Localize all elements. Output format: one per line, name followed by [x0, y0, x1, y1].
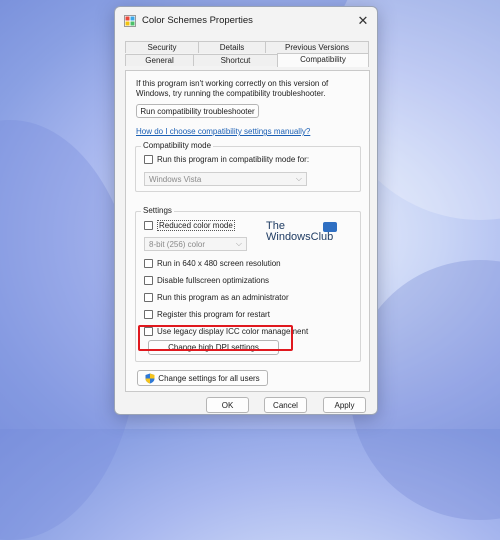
disable-fullscreen-label: Disable fullscreen optimizations: [157, 276, 270, 285]
compatibility-mode-checkbox-label: Run this program in compatibility mode f…: [157, 155, 310, 164]
chevron-down-icon: ⌵: [235, 239, 242, 248]
tab-previous-versions[interactable]: Previous Versions: [265, 41, 369, 53]
compatibility-mode-group: Compatibility mode Run this program in c…: [135, 141, 361, 192]
change-all-users-label: Change settings for all users: [158, 373, 260, 383]
register-restart-row[interactable]: Register this program for restart: [144, 310, 270, 319]
reduced-color-row[interactable]: Reduced color mode: [144, 220, 235, 231]
intro-text: If this program isn't working correctly …: [136, 79, 329, 98]
highlight-box: [138, 325, 293, 351]
tab-row-top: Security Details Previous Versions: [125, 41, 369, 53]
tab-compatibility[interactable]: Compatibility: [277, 53, 369, 67]
register-restart-checkbox[interactable]: [144, 310, 153, 319]
watermark-line2: WindowsClub: [266, 231, 334, 243]
reduced-color-checkbox[interactable]: [144, 221, 153, 230]
window-title: Color Schemes Properties: [142, 15, 253, 26]
color-depth-select[interactable]: 8-bit (256) color ⌵: [144, 237, 247, 251]
compatibility-panel: If this program isn't working correctly …: [125, 70, 370, 392]
troubleshooter-button[interactable]: Run compatibility troubleshooter: [136, 104, 259, 118]
register-restart-label: Register this program for restart: [157, 310, 270, 319]
app-icon: [124, 15, 136, 27]
tab-general[interactable]: General: [125, 54, 194, 66]
title-bar[interactable]: Color Schemes Properties ✕: [115, 7, 377, 35]
run-640-label: Run in 640 x 480 screen resolution: [157, 259, 281, 268]
run-admin-checkbox[interactable]: [144, 293, 153, 302]
run-640-checkbox[interactable]: [144, 259, 153, 268]
tab-details[interactable]: Details: [198, 41, 266, 53]
manual-settings-link[interactable]: How do I choose compatibility settings m…: [136, 127, 310, 136]
compatibility-mode-label: Compatibility mode: [141, 141, 214, 150]
run-admin-row[interactable]: Run this program as an administrator: [144, 293, 289, 302]
disable-fullscreen-checkbox[interactable]: [144, 276, 153, 285]
tab-row-bottom: General Shortcut Compatibility: [125, 53, 369, 67]
compatibility-mode-checkbox[interactable]: [144, 155, 153, 164]
tab-shortcut[interactable]: Shortcut: [193, 54, 278, 66]
windows-version-select[interactable]: Windows Vista ⌵: [144, 172, 307, 186]
tab-security[interactable]: Security: [125, 41, 199, 53]
close-button[interactable]: ✕: [353, 11, 373, 31]
change-all-users-button[interactable]: Change settings for all users: [137, 370, 268, 386]
shield-icon: [145, 373, 155, 383]
watermark: The WindowsClub: [266, 221, 337, 243]
chevron-down-icon: ⌵: [295, 174, 302, 183]
color-depth-value: 8-bit (256) color: [149, 239, 206, 249]
cancel-button[interactable]: Cancel: [264, 397, 307, 413]
settings-label: Settings: [141, 206, 174, 215]
compatibility-mode-checkbox-row[interactable]: Run this program in compatibility mode f…: [144, 155, 309, 164]
properties-dialog: Color Schemes Properties ✕ Security Deta…: [114, 6, 378, 415]
apply-button[interactable]: Apply: [323, 397, 366, 413]
disable-fullscreen-row[interactable]: Disable fullscreen optimizations: [144, 276, 269, 285]
run-admin-label: Run this program as an administrator: [157, 293, 289, 302]
watermark-logo-icon: [323, 222, 337, 232]
ok-button[interactable]: OK: [206, 397, 249, 413]
run-640-row[interactable]: Run in 640 x 480 screen resolution: [144, 259, 281, 268]
reduced-color-label: Reduced color mode: [157, 220, 235, 231]
windows-version-value: Windows Vista: [149, 174, 202, 184]
